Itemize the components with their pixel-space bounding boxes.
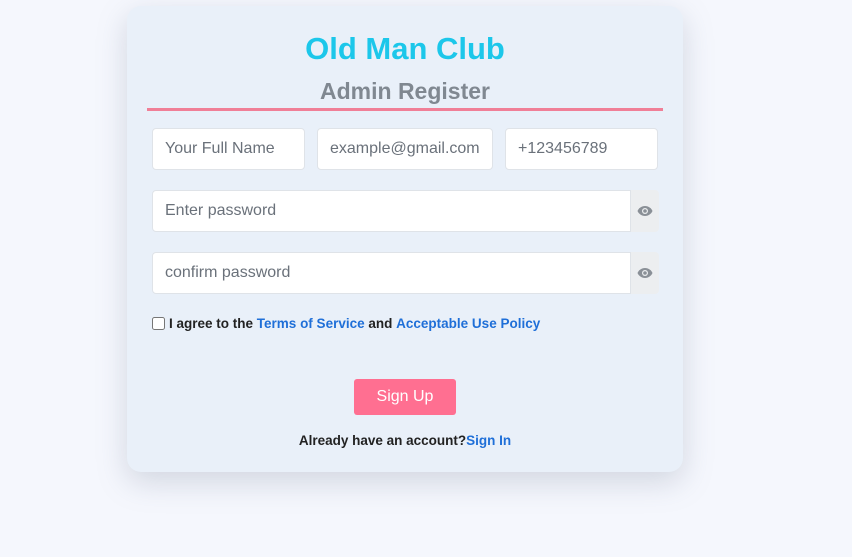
terms-of-service-link[interactable]: Terms of Service xyxy=(257,316,365,331)
sign-in-link[interactable]: Sign In xyxy=(466,433,511,448)
password-visibility-toggle[interactable] xyxy=(631,190,659,232)
sign-in-prompt: Already have an account? xyxy=(298,433,467,448)
phone-input[interactable] xyxy=(505,128,658,170)
full-name-input[interactable] xyxy=(152,128,305,170)
app-title: Old Man Club xyxy=(305,31,505,66)
confirm-password-input[interactable] xyxy=(152,252,631,294)
register-card: Old Man Club Admin Register I agree to t… xyxy=(127,6,683,472)
terms-and: and xyxy=(368,316,393,331)
eye-icon xyxy=(637,268,653,278)
sign-up-button[interactable]: Sign Up xyxy=(354,379,456,415)
terms-prefix: I agree to the xyxy=(169,316,254,331)
terms-checkbox[interactable] xyxy=(152,317,165,330)
eye-icon xyxy=(637,206,653,216)
confirm-password-visibility-toggle[interactable] xyxy=(631,252,659,294)
title-divider xyxy=(147,108,663,111)
acceptable-use-policy-link[interactable]: Acceptable Use Policy xyxy=(396,316,540,331)
terms-agreement: I agree to the Terms of Service and Acce… xyxy=(152,316,540,331)
sign-in-prompt-row: Already have an account?Sign In xyxy=(127,433,683,448)
password-input[interactable] xyxy=(152,190,631,232)
email-input[interactable] xyxy=(317,128,493,170)
form-subtitle: Admin Register xyxy=(320,78,490,104)
